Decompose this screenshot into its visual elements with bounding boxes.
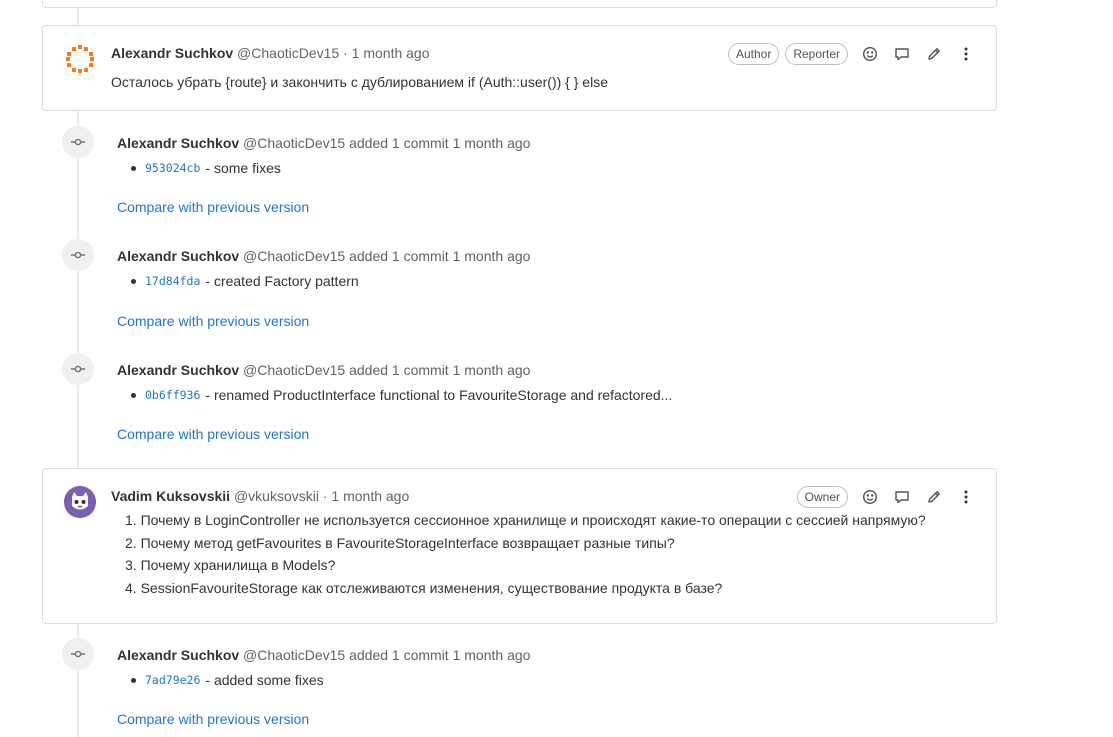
commit-sha-link[interactable]: 17d84fda xyxy=(145,274,200,288)
commit-icon xyxy=(62,126,94,158)
system-note-header: Alexandr Suchkov @ChaoticDev15 added 1 c… xyxy=(117,362,530,378)
separator: · xyxy=(343,45,348,61)
kebab-icon[interactable] xyxy=(950,42,982,66)
author-handle[interactable]: @ChaoticDev15 xyxy=(243,362,345,378)
list-item: 3. Почему хранилища в Models? xyxy=(125,557,336,573)
commit-list-item: 17d84fda - created Factory pattern xyxy=(131,273,359,289)
compare-version-link[interactable]: Compare with previous version xyxy=(117,426,309,442)
author-name[interactable]: Alexandr Suchkov xyxy=(117,248,239,264)
author-handle[interactable]: @ChaoticDev15 xyxy=(243,248,345,264)
commit-message: - some fixes xyxy=(205,160,281,176)
note-body: Осталось убрать {route} и закончить с ду… xyxy=(111,74,608,90)
avatar[interactable] xyxy=(64,43,96,75)
author-handle[interactable]: @ChaoticDev15 xyxy=(243,135,345,151)
avatar[interactable] xyxy=(64,486,96,518)
commit-message: - renamed ProductInterface functional to… xyxy=(205,387,673,403)
pencil-icon[interactable] xyxy=(918,485,950,509)
commit-list-item: 953024cb - some fixes xyxy=(131,160,281,176)
commit-sha-link[interactable]: 953024cb xyxy=(145,161,200,175)
kebab-icon[interactable] xyxy=(950,485,982,509)
author-handle[interactable]: @ChaoticDev15 xyxy=(243,647,345,663)
list-bullet xyxy=(131,677,136,683)
system-note-action: added 1 commit xyxy=(349,362,449,378)
system-note-header: Alexandr Suchkov @ChaoticDev15 added 1 c… xyxy=(117,248,530,264)
commit-list-item: 0b6ff936 - renamed ProductInterface func… xyxy=(131,387,672,403)
commit-icon xyxy=(62,353,94,385)
previous-note-bottom xyxy=(42,0,997,8)
commit-list-item: 7ad79e26 - added some fixes xyxy=(131,672,324,688)
commit-message: - created Factory pattern xyxy=(205,273,359,289)
commit-sha-link[interactable]: 0b6ff936 xyxy=(145,388,200,402)
comment-icon[interactable] xyxy=(886,485,918,509)
comment-note: Alexandr Suchkov @ChaoticDev15 · 1 month… xyxy=(42,25,997,111)
separator: · xyxy=(322,488,328,504)
reporter-badge: Reporter xyxy=(785,43,848,65)
system-note-action: added 1 commit xyxy=(349,248,449,264)
list-bullet xyxy=(131,278,136,284)
commit-icon xyxy=(62,239,94,271)
note-actions: Author Reporter xyxy=(727,42,982,66)
author-handle[interactable]: @ChaoticDev15 xyxy=(237,45,339,61)
list-bullet xyxy=(131,165,136,171)
compare-version-link[interactable]: Compare with previous version xyxy=(117,313,309,329)
comment-note: Vadim Kuksovskii @vkuksovskii · 1 month … xyxy=(42,468,997,624)
smiley-icon[interactable] xyxy=(854,485,886,509)
smiley-icon[interactable] xyxy=(854,42,886,66)
note-timestamp[interactable]: 1 month ago xyxy=(331,488,409,504)
compare-version-link[interactable]: Compare with previous version xyxy=(117,711,309,727)
list-item: 4. SessionFavouriteStorage как отслежива… xyxy=(125,579,723,596)
note-timestamp[interactable]: 1 month ago xyxy=(453,248,531,264)
owner-badge: Owner xyxy=(796,486,848,508)
list-item: 2. Почему метод getFavourites в Favourit… xyxy=(125,534,675,551)
commit-message: - added some fixes xyxy=(205,672,324,688)
author-name[interactable]: Alexandr Suchkov xyxy=(111,45,233,61)
author-handle[interactable]: @vkuksovskii xyxy=(234,488,319,504)
commit-sha-link[interactable]: 7ad79e26 xyxy=(145,673,200,687)
system-note-action: added 1 commit xyxy=(349,647,449,663)
system-note-header: Alexandr Suchkov @ChaoticDev15 added 1 c… xyxy=(117,647,530,663)
note-timestamp[interactable]: 1 month ago xyxy=(453,362,531,378)
note-timestamp[interactable]: 1 month ago xyxy=(453,647,531,663)
compare-version-link[interactable]: Compare with previous version xyxy=(117,199,309,215)
list-item: 1. Почему в LoginController не используе… xyxy=(125,512,926,528)
note-actions: Owner xyxy=(796,485,982,509)
pencil-icon[interactable] xyxy=(918,42,950,66)
commit-icon xyxy=(62,638,94,670)
note-timestamp[interactable]: 1 month ago xyxy=(453,135,531,151)
note-header: Vadim Kuksovskii @vkuksovskii · 1 month … xyxy=(111,488,409,504)
note-header: Alexandr Suchkov @ChaoticDev15 · 1 month… xyxy=(111,45,430,61)
comment-icon[interactable] xyxy=(886,42,918,66)
author-badge: Author xyxy=(727,43,780,65)
note-body-list: 1. Почему в LoginController не используе… xyxy=(125,509,926,599)
author-name[interactable]: Alexandr Suchkov xyxy=(117,647,239,663)
list-bullet xyxy=(131,392,136,398)
system-note-header: Alexandr Suchkov @ChaoticDev15 added 1 c… xyxy=(117,135,530,151)
system-note-action: added 1 commit xyxy=(349,135,449,151)
author-name[interactable]: Alexandr Suchkov xyxy=(117,362,239,378)
author-name[interactable]: Alexandr Suchkov xyxy=(117,135,239,151)
author-name[interactable]: Vadim Kuksovskii xyxy=(111,488,230,504)
note-timestamp[interactable]: 1 month ago xyxy=(352,45,430,61)
